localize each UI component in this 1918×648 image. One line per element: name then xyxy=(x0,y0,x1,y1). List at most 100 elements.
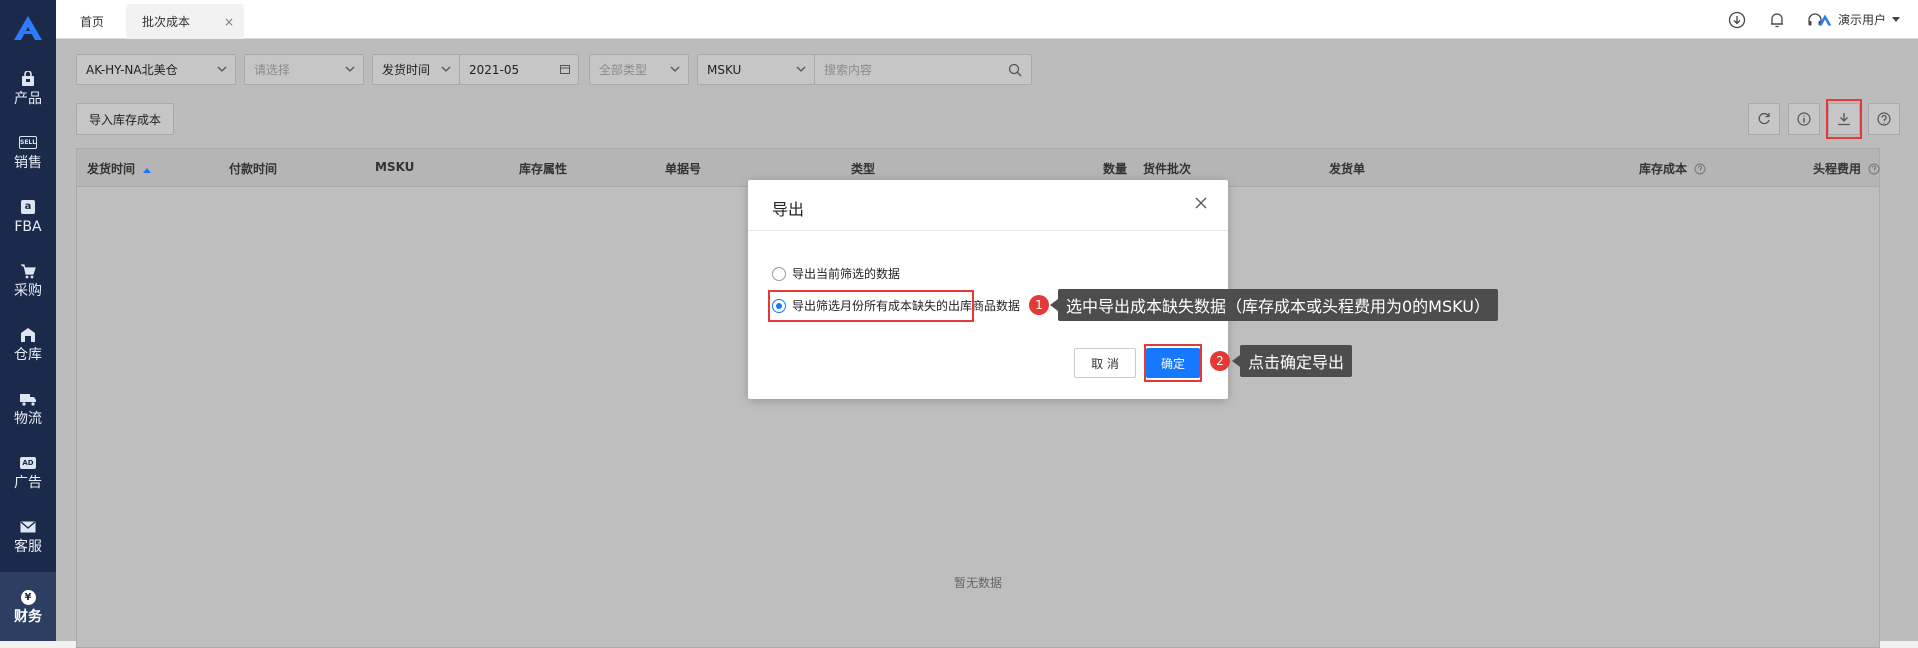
help-button[interactable] xyxy=(1868,103,1900,135)
help-icon[interactable] xyxy=(1694,163,1706,175)
sidebar-item-sales[interactable]: SELL 销售 xyxy=(0,120,56,184)
chevron-down-icon xyxy=(670,66,680,72)
sidebar-item-label: 产品 xyxy=(14,90,42,107)
generic-select[interactable]: 请选择 xyxy=(244,54,364,85)
th-ship-time[interactable]: 发货时间 xyxy=(87,160,152,177)
download-circle-icon[interactable] xyxy=(1728,11,1746,29)
sidebar-item-label: 财务 xyxy=(14,609,42,625)
sort-up-icon[interactable] xyxy=(143,167,152,173)
close-icon[interactable]: × xyxy=(224,15,234,29)
type-select-value: 全部类型 xyxy=(599,63,648,77)
help-icon[interactable] xyxy=(1868,163,1880,175)
sidebar-item-label: 物流 xyxy=(14,410,42,427)
option-label: 导出当前筛选的数据 xyxy=(792,267,901,281)
import-inventory-cost-button[interactable]: 导入库存成本 xyxy=(76,103,174,135)
close-icon[interactable] xyxy=(1194,196,1208,210)
type-select[interactable]: 全部类型 xyxy=(589,54,689,85)
truck-icon xyxy=(19,390,37,408)
sidebar-item-label: 仓库 xyxy=(14,346,42,363)
empty-state: 暂无数据 xyxy=(953,576,1002,590)
ad-icon: AD xyxy=(19,454,37,472)
sidebar-item-ads[interactable]: AD 广告 xyxy=(0,440,56,504)
tab-label: 首页 xyxy=(80,15,105,29)
th-pay-time: 付款时间 xyxy=(229,162,278,176)
chevron-down-icon xyxy=(441,66,451,72)
warehouse-icon xyxy=(19,326,37,344)
time-type-value: 发货时间 xyxy=(382,63,431,77)
th-inventory-attr: 库存属性 xyxy=(519,162,568,176)
month-value: 2021-05 xyxy=(469,62,520,77)
modal-divider xyxy=(748,230,1228,231)
sidebar-item-service[interactable]: 客服 xyxy=(0,504,56,568)
store-select[interactable]: AK-HY-NA北美仓 xyxy=(76,54,236,85)
cancel-button[interactable]: 取 消 xyxy=(1074,348,1136,378)
th-shipment-order: 发货单 xyxy=(1329,162,1366,176)
search-icon[interactable] xyxy=(1008,63,1022,77)
user-logo-icon xyxy=(1818,13,1832,26)
confirm-highlight-box xyxy=(1144,344,1202,382)
sidebar-item-label: 采购 xyxy=(14,282,42,299)
sidebar-item-finance[interactable]: ¥ 财务 xyxy=(0,572,56,641)
cart-icon xyxy=(19,262,37,280)
month-picker[interactable]: 2021-05 xyxy=(459,54,579,85)
sku-type-value: MSKU xyxy=(707,62,742,77)
sidebar-item-label: FBA xyxy=(14,218,42,235)
export-highlight-box xyxy=(1826,99,1862,139)
sidebar-item-logistics[interactable]: 物流 xyxy=(0,376,56,440)
sidebar-item-label: 广告 xyxy=(14,474,42,491)
user-menu[interactable]: 演示用户 xyxy=(1818,11,1900,28)
sidebar-item-label: 销售 xyxy=(14,154,42,171)
mail-icon xyxy=(19,518,37,536)
option-highlight-box xyxy=(768,290,974,322)
info-icon xyxy=(1797,112,1811,126)
user-name: 演示用户 xyxy=(1837,13,1886,27)
fba-icon: a xyxy=(19,198,37,216)
export-option-current[interactable]: 导出当前筛选的数据 xyxy=(772,265,900,282)
sidebar-item-label: 客服 xyxy=(14,538,42,555)
store-select-value: AK-HY-NA北美仓 xyxy=(86,63,178,77)
step-badge-1: 1 xyxy=(1029,295,1049,315)
import-button-label: 导入库存成本 xyxy=(88,112,161,127)
search-placeholder: 搜索内容 xyxy=(824,63,873,77)
sidebar-item-product[interactable]: 产品 xyxy=(0,56,56,120)
sku-type-select[interactable]: MSKU xyxy=(697,54,815,85)
sidebar-item-warehouse[interactable]: 仓库 xyxy=(0,312,56,376)
logo-icon xyxy=(14,16,42,40)
step-badge-2: 2 xyxy=(1210,351,1230,371)
radio-current[interactable] xyxy=(772,266,786,281)
top-bar: 首页 批次成本 × 演示用户 xyxy=(56,0,1918,39)
bell-icon[interactable] xyxy=(1768,11,1786,29)
calendar-icon xyxy=(560,65,570,74)
time-type-select[interactable]: 发货时间 xyxy=(372,54,460,85)
th-first-leg-fee: 头程费用 xyxy=(1813,160,1880,177)
info-button[interactable] xyxy=(1788,103,1820,135)
th-shipment-batch: 货件批次 xyxy=(1143,162,1192,176)
caret-down-icon xyxy=(1892,16,1900,22)
finance-icon: ¥ xyxy=(19,588,37,606)
chevron-down-icon xyxy=(796,66,806,72)
modal-title: 导出 xyxy=(772,200,805,219)
th-type: 类型 xyxy=(851,162,876,176)
refresh-button[interactable] xyxy=(1748,103,1780,135)
th-quantity: 数量 xyxy=(1103,162,1128,176)
app-logo[interactable] xyxy=(0,0,56,56)
select-placeholder: 请选择 xyxy=(254,63,291,77)
tab-home[interactable]: 首页 xyxy=(64,4,120,39)
bag-icon xyxy=(19,70,37,88)
refresh-icon xyxy=(1758,112,1770,125)
tab-batch-cost[interactable]: 批次成本 × xyxy=(126,4,244,39)
sell-icon: SELL xyxy=(19,134,37,152)
chevron-down-icon xyxy=(217,66,227,72)
sidebar-item-fba[interactable]: a FBA xyxy=(0,184,56,248)
th-inventory-cost: 库存成本 xyxy=(1639,160,1706,177)
sidebar: 产品 SELL 销售 a FBA 采购 仓库 物流 AD 广告 客服 ¥ 财务 xyxy=(0,0,56,641)
search-input[interactable]: 搜索内容 xyxy=(814,54,1032,85)
help-icon xyxy=(1877,112,1891,126)
th-msku: MSKU xyxy=(375,160,415,174)
step-tip-2: 点击确定导出 xyxy=(1231,345,1353,377)
tab-label: 批次成本 xyxy=(142,15,191,29)
th-doc-no: 单据号 xyxy=(665,162,702,176)
sidebar-item-purchase[interactable]: 采购 xyxy=(0,248,56,312)
chevron-down-icon xyxy=(345,66,355,72)
step-tip-1: 选中导出成本缺失数据（库存成本或头程费用为0的MSKU） xyxy=(1050,289,1498,321)
